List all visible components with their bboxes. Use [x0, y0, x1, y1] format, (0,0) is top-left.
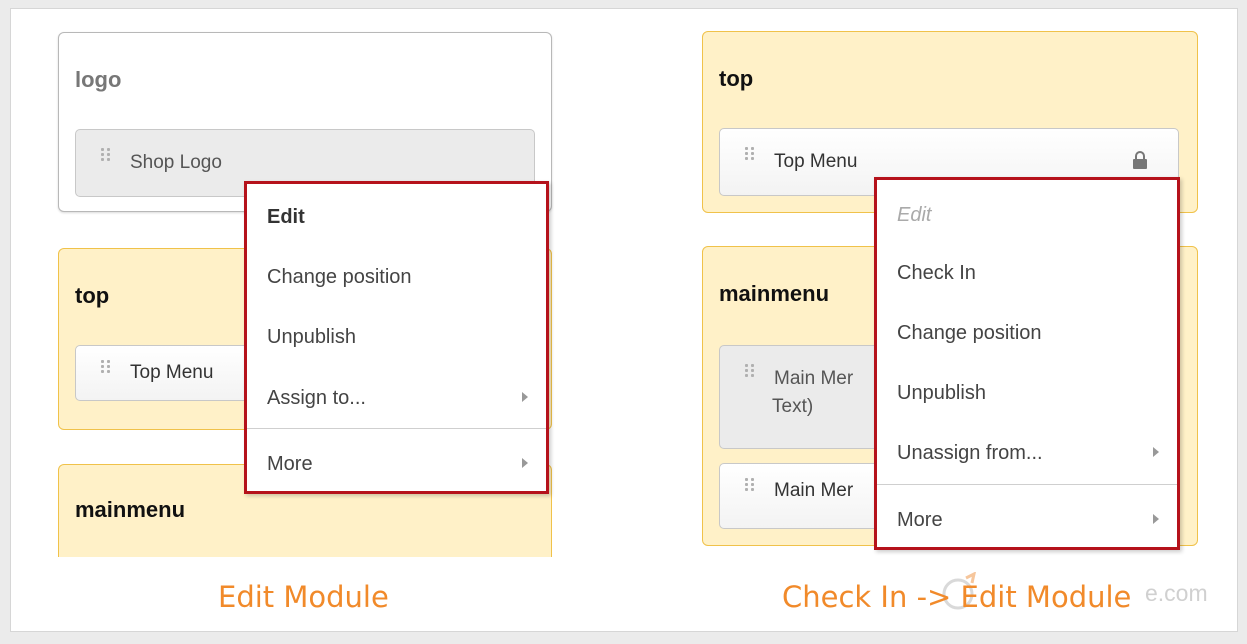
menu-item-more[interactable]: More [267, 449, 530, 479]
position-title: top [719, 66, 754, 91]
menu-divider [247, 428, 546, 429]
drag-handle-icon[interactable] [100, 148, 112, 164]
menu-item-assign-to[interactable]: Assign to... [267, 383, 530, 413]
position-title: top [75, 283, 110, 308]
menu-item-label: More [267, 453, 313, 475]
submenu-arrow-icon [1153, 514, 1159, 524]
menu-item-unpublish[interactable]: Unpublish [267, 322, 530, 352]
position-title: mainmenu [719, 281, 830, 306]
menu-item-change-position[interactable]: Change position [267, 262, 530, 292]
module-label: Shop Logo [130, 152, 222, 173]
drag-handle-icon[interactable] [744, 147, 756, 163]
drag-handle-icon[interactable] [100, 360, 112, 376]
menu-item-unpublish[interactable]: Unpublish [897, 378, 1161, 408]
module-label: Top Menu [130, 362, 214, 383]
menu-item-label: Unassign from... [897, 442, 1043, 464]
menu-item-edit[interactable]: Edit [267, 202, 530, 232]
submenu-arrow-icon [522, 392, 528, 402]
module-label: Top Menu [774, 151, 858, 172]
menu-item-change-position[interactable]: Change position [897, 318, 1161, 348]
submenu-arrow-icon [1153, 447, 1159, 457]
submenu-arrow-icon [522, 458, 528, 468]
drag-handle-icon[interactable] [744, 364, 756, 380]
menu-item-label: More [897, 509, 943, 531]
menu-item-more[interactable]: More [897, 505, 1161, 535]
caption-check-in-edit-module: Check In -> Edit Module [782, 580, 1132, 614]
caption-edit-module: Edit Module [218, 580, 389, 614]
menu-item-label: Assign to... [267, 387, 366, 409]
drag-handle-icon[interactable] [744, 478, 756, 494]
menu-item-check-in[interactable]: Check In [897, 258, 1161, 288]
lock-icon [1133, 151, 1147, 169]
menu-item-unassign-from[interactable]: Unassign from... [897, 438, 1161, 468]
menu-divider [877, 484, 1177, 485]
module-context-menu: Edit Change position Unpublish Assign to… [244, 181, 549, 494]
position-title: logo [75, 67, 122, 92]
module-label: Main Mer [774, 480, 854, 501]
watermark-text: e.com [1145, 580, 1208, 606]
module-context-menu: Edit Check In Change position Unpublish … [874, 177, 1180, 550]
menu-item-edit: Edit [897, 204, 932, 226]
position-title: mainmenu [75, 497, 186, 522]
